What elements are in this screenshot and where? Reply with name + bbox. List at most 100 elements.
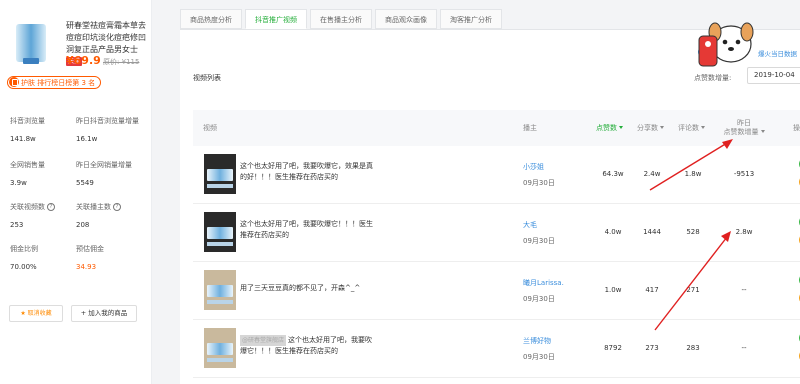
metric-value: 253 xyxy=(10,221,24,229)
col-yesterday-label-2-row: 点赞数增量 xyxy=(716,128,772,137)
metric-label: 佣金比例 xyxy=(10,245,38,253)
tab-author-analysis[interactable]: 在售播主分析 xyxy=(310,9,372,29)
table-row[interactable]: 这个也太好用了吧，我要吹爆它！！！医生推荐在药店买的 大毛 09月30日 4.0… xyxy=(193,204,800,262)
metric-related-authors: 关联播主数? 208 xyxy=(76,202,121,229)
shares-value: 2.4w xyxy=(643,170,661,178)
metric-value: 70.00% xyxy=(10,263,37,271)
table-header: 视频 播主 点赞数 分享数 评论数 昨日 点赞数增量 操 xyxy=(193,110,800,146)
tab-audience-profile[interactable]: 商品观众画像 xyxy=(375,9,437,29)
product-image[interactable] xyxy=(6,18,56,66)
sort-icon xyxy=(760,130,765,133)
publish-date: 09月30日 xyxy=(523,179,555,187)
rank-badge[interactable]: 护肤 排行榜日榜第 3 名 xyxy=(7,76,102,89)
author-link[interactable]: 兰博好物 xyxy=(523,336,551,346)
publish-date: 09月30日 xyxy=(523,295,555,303)
metric-related-videos: 关联视频数? 253 xyxy=(10,202,55,229)
shares-value: 1444 xyxy=(643,228,661,236)
author-link[interactable]: 小莎姐 xyxy=(523,162,544,172)
rank-text: 护肤 排行榜日榜第 3 名 xyxy=(21,79,96,87)
date-filter-label: 点赞数增量: xyxy=(694,74,732,82)
metric-label: 预估佣金 xyxy=(76,245,104,253)
product-tube-cap xyxy=(23,58,39,64)
metric-value: 3.9w xyxy=(10,179,27,187)
metric-commission-rate: 佣金比例 70.00% xyxy=(10,244,38,271)
tab-bar: 商品热度分析 抖音推广视频 在售播主分析 商品观众画像 淘客推广分析 xyxy=(180,9,505,29)
comments-value: 528 xyxy=(686,228,700,236)
metric-value: 34.93 xyxy=(76,263,97,271)
sort-icon xyxy=(701,126,705,129)
likes-delta-value: -9513 xyxy=(733,170,755,178)
video-description[interactable]: 这个也太好用了吧，我要吹爆它，效果是真的好！！！医生推荐在药店买的 xyxy=(240,161,375,183)
hot-day-link[interactable]: 爆火当日数据 xyxy=(758,48,797,58)
metric-sales-delta: 昨日全网销量增量 5549 xyxy=(76,160,132,187)
section-title: 视频列表 xyxy=(193,74,221,82)
col-ops: 操 xyxy=(793,124,800,132)
tab-taoke-analysis[interactable]: 淘客推广分析 xyxy=(440,9,502,29)
unfavorite-button[interactable]: ★ 取消收藏 xyxy=(9,305,63,322)
product-price: ¥69.9 xyxy=(66,54,101,67)
col-video: 视频 xyxy=(203,124,217,132)
metric-label-row: 关联播主数? xyxy=(76,202,121,212)
likes-value: 64.3w xyxy=(602,170,624,178)
add-to-my-products-button[interactable]: + 加入我的商品 xyxy=(71,305,137,322)
product-old-price: 原价: ¥115 xyxy=(103,58,140,66)
shares-value: 417 xyxy=(645,286,659,294)
likes-value: 1.0w xyxy=(604,286,622,294)
blurred-tag: @研春堂旗舰店 xyxy=(240,335,287,346)
metric-value: 16.1w xyxy=(76,135,98,143)
author-link[interactable]: 曦月Larissa. xyxy=(523,278,564,288)
metric-label: 昨日全网销量增量 xyxy=(76,161,132,169)
col-shares-label: 分享数 xyxy=(637,124,658,132)
metric-label: 全网销售量 xyxy=(10,161,45,169)
video-description[interactable]: 这个也太好用了吧，我要吹爆它！！！医生推荐在药店买的 xyxy=(240,219,375,241)
table-row[interactable]: @研春堂旗舰店 这个也太好用了吧，我要吹爆它！！！医生推荐在药店买的 兰博好物 0… xyxy=(193,320,800,378)
col-shares-sort[interactable]: 分享数 xyxy=(637,110,664,146)
product-panel: 研春堂祛痘膏霜本草去痘痘印坑淡化痘疤修凹洞复正品产品男女士 天猫 ¥69.9 原… xyxy=(0,0,152,384)
tab-product-heat[interactable]: 商品热度分析 xyxy=(180,9,242,29)
video-cover[interactable] xyxy=(204,154,236,194)
publish-date: 09月30日 xyxy=(523,237,555,245)
likes-delta-value: -- xyxy=(741,344,747,352)
metric-label-row: 关联视频数? xyxy=(10,202,55,212)
author-link[interactable]: 大毛 xyxy=(523,220,537,230)
col-yesterday-likes-sort[interactable]: 昨日 点赞数增量 xyxy=(716,110,772,146)
product-title-text[interactable]: 研春堂祛痘膏霜本草去痘痘印坑淡化痘疤修凹洞复正品产品男女士 xyxy=(66,21,146,54)
comments-value: 1.8w xyxy=(684,170,702,178)
col-yesterday-label-2: 点赞数增量 xyxy=(723,128,759,136)
col-comments-label: 评论数 xyxy=(678,124,699,132)
table-row[interactable]: 这个也太好用了吧，我要吹爆它，效果是真的好！！！医生推荐在药店买的 小莎姐 09… xyxy=(193,146,800,204)
sort-desc-icon xyxy=(619,126,623,129)
col-likes-sort[interactable]: 点赞数 xyxy=(596,110,623,146)
video-cover[interactable] xyxy=(204,270,236,310)
metric-label: 昨日抖音浏览量增量 xyxy=(76,117,139,125)
metric-value: 141.8w xyxy=(10,135,36,143)
comments-value: 271 xyxy=(686,286,700,294)
product-tube-image xyxy=(16,24,46,62)
col-comments-sort[interactable]: 评论数 xyxy=(678,110,705,146)
main-panel: ? 爆火当日数据 视频列表 点赞数增量: 2019-10-04 视频 播主 点赞… xyxy=(180,29,800,384)
video-description[interactable]: @研春堂旗舰店 这个也太好用了吧，我要吹爆它！！！医生推荐在药店买的 xyxy=(240,335,375,357)
video-description[interactable]: 用了三天豆豆真的都不见了，开森^_^ xyxy=(240,283,430,294)
ranking-icon xyxy=(9,77,19,87)
metric-label: 抖音浏览量 xyxy=(10,117,45,125)
metric-douyin-views: 抖音浏览量 141.8w xyxy=(10,116,45,143)
col-author: 播主 xyxy=(523,124,537,132)
metric-label: 关联播主数 xyxy=(76,203,111,211)
col-likes-label: 点赞数 xyxy=(596,124,617,132)
tab-promo-videos[interactable]: 抖音推广视频 xyxy=(245,9,307,29)
table-row[interactable]: 用了三天豆豆真的都不见了，开森^_^ 曦月Larissa. 09月30日 1.0… xyxy=(193,262,800,320)
sort-icon xyxy=(660,126,664,129)
help-icon[interactable]: ? xyxy=(47,203,55,211)
comments-value: 283 xyxy=(686,344,700,352)
metric-douyin-views-delta: 昨日抖音浏览量增量 16.1w xyxy=(76,116,139,143)
help-icon[interactable]: ? xyxy=(113,203,121,211)
dog-mascot-icon xyxy=(698,22,754,67)
video-cover[interactable] xyxy=(204,212,236,252)
shares-value: 273 xyxy=(645,344,659,352)
video-cover[interactable] xyxy=(204,328,236,368)
likes-value: 8792 xyxy=(604,344,622,352)
metric-value: 5549 xyxy=(76,179,94,187)
publish-date: 09月30日 xyxy=(523,353,555,361)
likes-delta-value: -- xyxy=(741,286,747,294)
metric-estimated-commission: 预估佣金 34.93 xyxy=(76,244,104,271)
